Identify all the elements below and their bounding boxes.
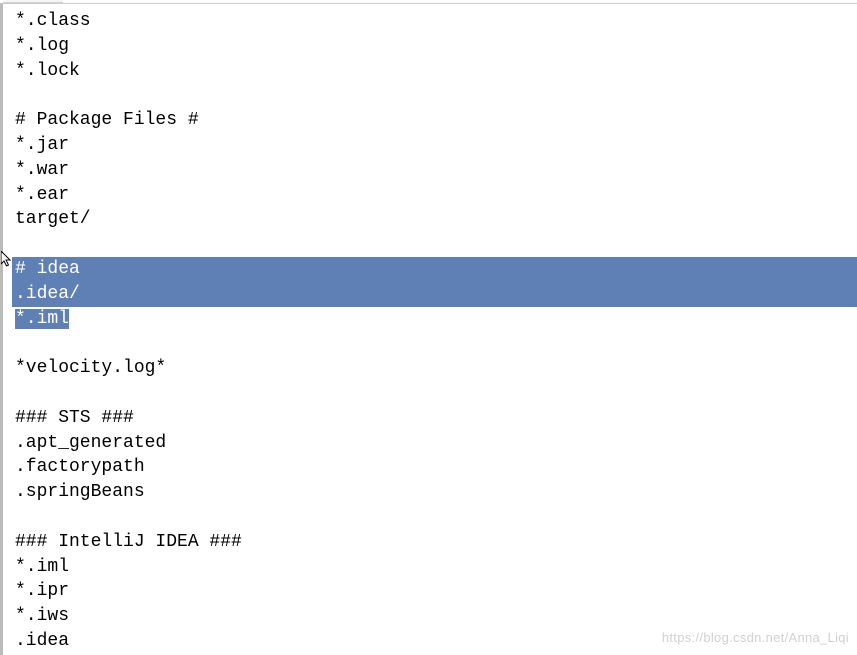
- code-line-selected: .idea/: [12, 282, 857, 307]
- code-line-selected-partial: *.iml: [12, 307, 857, 332]
- selection-block: # idea .idea/ *.iml: [12, 257, 857, 331]
- text-editor[interactable]: *.class *.log *.lock # Package Files # *…: [0, 3, 857, 655]
- code-line-selected: # idea: [12, 257, 857, 282]
- code-line: # Package Files #: [3, 108, 857, 133]
- code-line: *.jar: [3, 133, 857, 158]
- code-line: *.iws: [3, 604, 857, 629]
- code-line: [3, 331, 857, 356]
- code-line: .springBeans: [3, 480, 857, 505]
- watermark-text: https://blog.csdn.net/Anna_Liqi: [662, 626, 849, 651]
- code-line: .apt_generated: [3, 431, 857, 456]
- code-line: target/: [3, 207, 857, 232]
- code-line: *.lock: [3, 59, 857, 84]
- code-line: [3, 232, 857, 257]
- code-line: .factorypath: [3, 455, 857, 480]
- code-line: [3, 83, 857, 108]
- code-line: [3, 505, 857, 530]
- code-line: *.war: [3, 158, 857, 183]
- code-line: *.iml: [3, 555, 857, 580]
- code-line: *.ipr: [3, 579, 857, 604]
- code-line: *.class: [3, 9, 857, 34]
- code-line: *velocity.log*: [3, 356, 857, 381]
- code-line: *.ear: [3, 183, 857, 208]
- code-line: [3, 381, 857, 406]
- code-line: *.log: [3, 34, 857, 59]
- code-line: ### STS ###: [3, 406, 857, 431]
- code-line: ### IntelliJ IDEA ###: [3, 530, 857, 555]
